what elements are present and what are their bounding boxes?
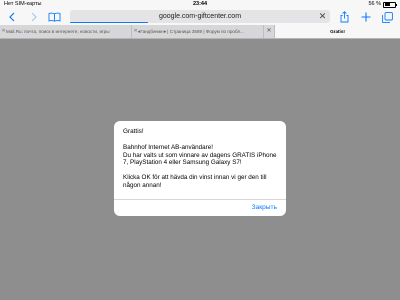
forward-button[interactable] (28, 9, 40, 25)
page-load-progress (70, 21, 148, 23)
status-bar: Нет SIM-карты 23:44 56 % (0, 0, 400, 9)
tab-mailru[interactable]: ✕ Mail.Ru: почта, поиск в интернете, нов… (0, 25, 132, 38)
tab-strip: ✕ Mail.Ru: почта, поиск в интернете, нов… (0, 25, 400, 39)
close-active-tab-button[interactable]: ✕ (264, 25, 275, 38)
battery-percent: 56 % (368, 1, 381, 7)
battery-icon (383, 1, 397, 8)
book-icon (48, 12, 60, 22)
close-tab-icon[interactable]: ✕ (134, 25, 138, 38)
share-icon (340, 11, 348, 23)
dialog-message: Bahnhof Internet AB-användare! Du har va… (123, 144, 277, 189)
plus-icon (361, 12, 371, 22)
clock: 23:44 (192, 1, 208, 7)
chevron-left-icon (9, 12, 15, 22)
chevron-right-icon (31, 12, 37, 22)
dialog-divider (114, 199, 286, 200)
tab-label: ♦Гандбинжн♦ | Страница 3589 | Форум по п… (138, 29, 244, 34)
address-bar[interactable]: google.com-giftcenter.com ✕ (70, 10, 330, 23)
clear-url-button[interactable]: ✕ (318, 12, 327, 21)
close-icon: ✕ (318, 11, 327, 21)
close-dialog-button[interactable]: Закрыть (252, 201, 277, 214)
dialog-title: Grattis! (123, 128, 144, 135)
back-button[interactable] (6, 9, 18, 25)
tab-label: Mail.Ru: почта, поиск в интернете, новос… (6, 29, 110, 34)
tabs-icon (381, 11, 393, 23)
tab-forum[interactable]: ✕ ♦Гандбинжн♦ | Страница 3589 | Форум по… (132, 25, 264, 38)
tab-label: Gratis! (330, 29, 345, 34)
close-icon: ✕ (266, 28, 272, 34)
close-tab-icon[interactable]: ✕ (2, 25, 6, 38)
battery-indicator: 56 % (368, 0, 397, 9)
browser-toolbar: google.com-giftcenter.com ✕ (0, 9, 400, 25)
new-tab-button[interactable] (360, 9, 372, 25)
tab-gratis[interactable]: Gratis! (275, 25, 400, 38)
alert-dialog: Grattis! Bahnhof Internet AB-användare! … (114, 121, 286, 216)
bookmarks-button[interactable] (46, 9, 62, 25)
share-button[interactable] (338, 9, 350, 25)
tabs-overview-button[interactable] (380, 9, 394, 25)
